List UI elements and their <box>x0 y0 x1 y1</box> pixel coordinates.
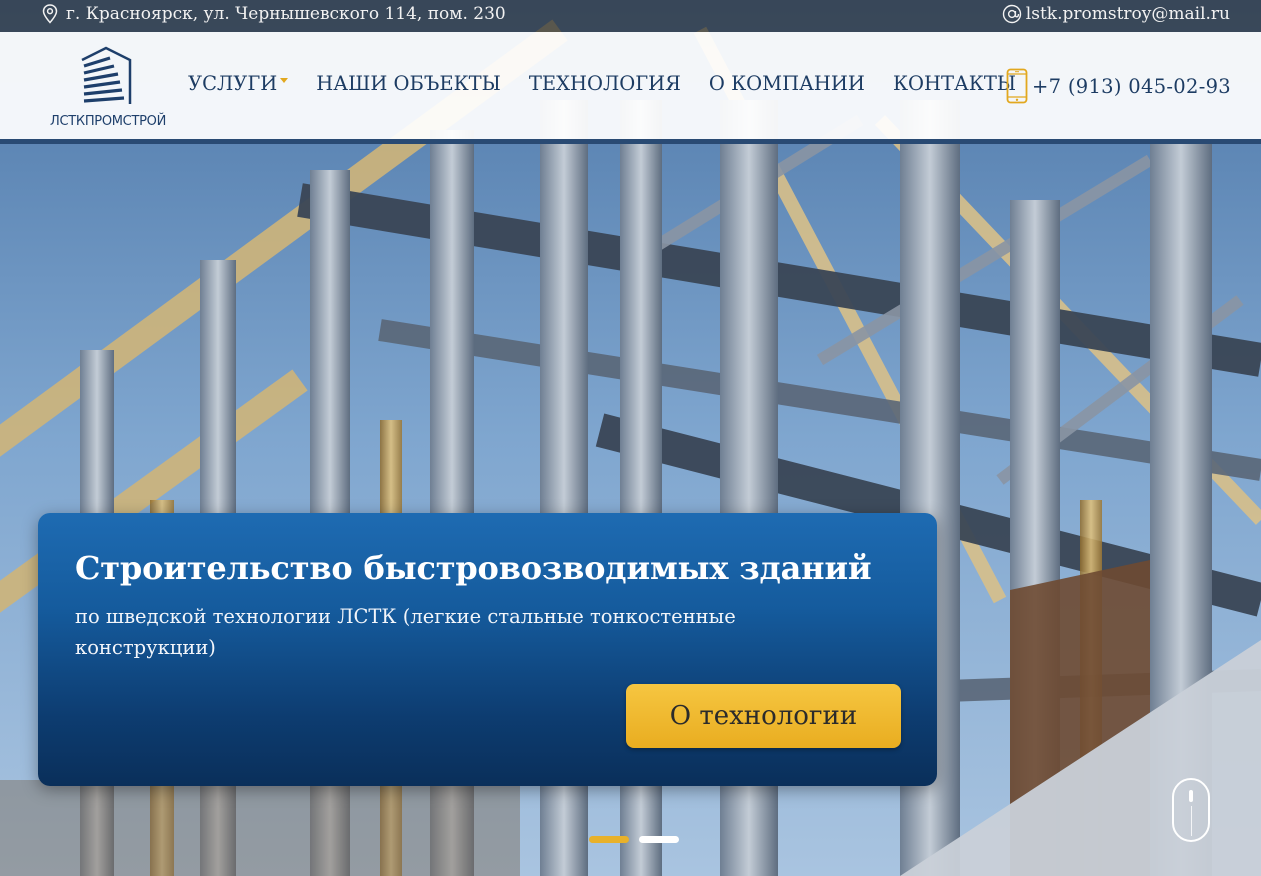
logo-text: ЛСТКПРОМСТРОЙ <box>50 114 167 129</box>
site-header: ЛСТКПРОМСТРОЙ УСЛУГИ НАШИ ОБЪЕКТЫ ТЕХНОЛ… <box>0 32 1261 144</box>
hero-title: Строительство быстровозводимых зданий <box>75 549 872 587</box>
email-link[interactable]: lstk.promstroy@mail.ru <box>1026 4 1230 24</box>
building-logo-icon <box>81 46 132 104</box>
nav-item-label: КОНТАКТЫ <box>892 72 1017 95</box>
nav-item-label: О КОМПАНИИ <box>708 72 865 95</box>
phone-block[interactable]: +7 (913) 045-02-93 <box>1006 68 1231 104</box>
slider-dot-2[interactable] <box>639 836 679 843</box>
company-logo[interactable]: ЛСТКПРОМСТРОЙ <box>50 46 167 132</box>
hero-subtitle: по шведской технологии ЛСТК (легкие стал… <box>75 605 736 659</box>
nav-item-about[interactable]: О КОМПАНИИ <box>709 72 865 95</box>
scroll-down-mouse-icon[interactable] <box>1172 778 1210 842</box>
nav-item-objects[interactable]: НАШИ ОБЪЕКТЫ <box>316 72 501 95</box>
at-sign-icon <box>1002 4 1022 24</box>
slider-dot-1[interactable] <box>589 836 629 843</box>
mouse-divider-line <box>1191 806 1192 836</box>
nav-item-contacts[interactable]: КОНТАКТЫ <box>893 72 1016 95</box>
nav-item-label: УСЛУГИ <box>188 72 278 95</box>
nav-item-label: НАШИ ОБЪЕКТЫ <box>316 72 501 95</box>
nav-item-label: ТЕХНОЛОГИЯ <box>528 72 681 95</box>
about-technology-button[interactable]: О технологии <box>626 684 901 748</box>
address-block: г. Красноярск, ул. Чернышевского 114, по… <box>42 4 506 24</box>
nav-item-services[interactable]: УСЛУГИ <box>188 72 289 95</box>
mouse-wheel <box>1189 790 1193 802</box>
phone-number-link[interactable]: +7 (913) 045-02-93 <box>1032 75 1231 98</box>
hero-card: Строительство быстровозводимых зданий по… <box>38 513 937 786</box>
slider-pagination <box>589 836 679 843</box>
top-bar: г. Красноярск, ул. Чернышевского 114, по… <box>0 0 1261 32</box>
email-block[interactable]: lstk.promstroy@mail.ru <box>1002 4 1230 24</box>
main-nav: УСЛУГИ НАШИ ОБЪЕКТЫ ТЕХНОЛОГИЯ О КОМПАНИ… <box>188 72 1044 95</box>
address-text: г. Красноярск, ул. Чернышевского 114, по… <box>66 4 506 24</box>
nav-item-technology[interactable]: ТЕХНОЛОГИЯ <box>529 72 681 95</box>
location-pin-icon <box>42 4 58 24</box>
smartphone-icon <box>1006 68 1028 104</box>
dropdown-caret-icon <box>280 78 289 83</box>
